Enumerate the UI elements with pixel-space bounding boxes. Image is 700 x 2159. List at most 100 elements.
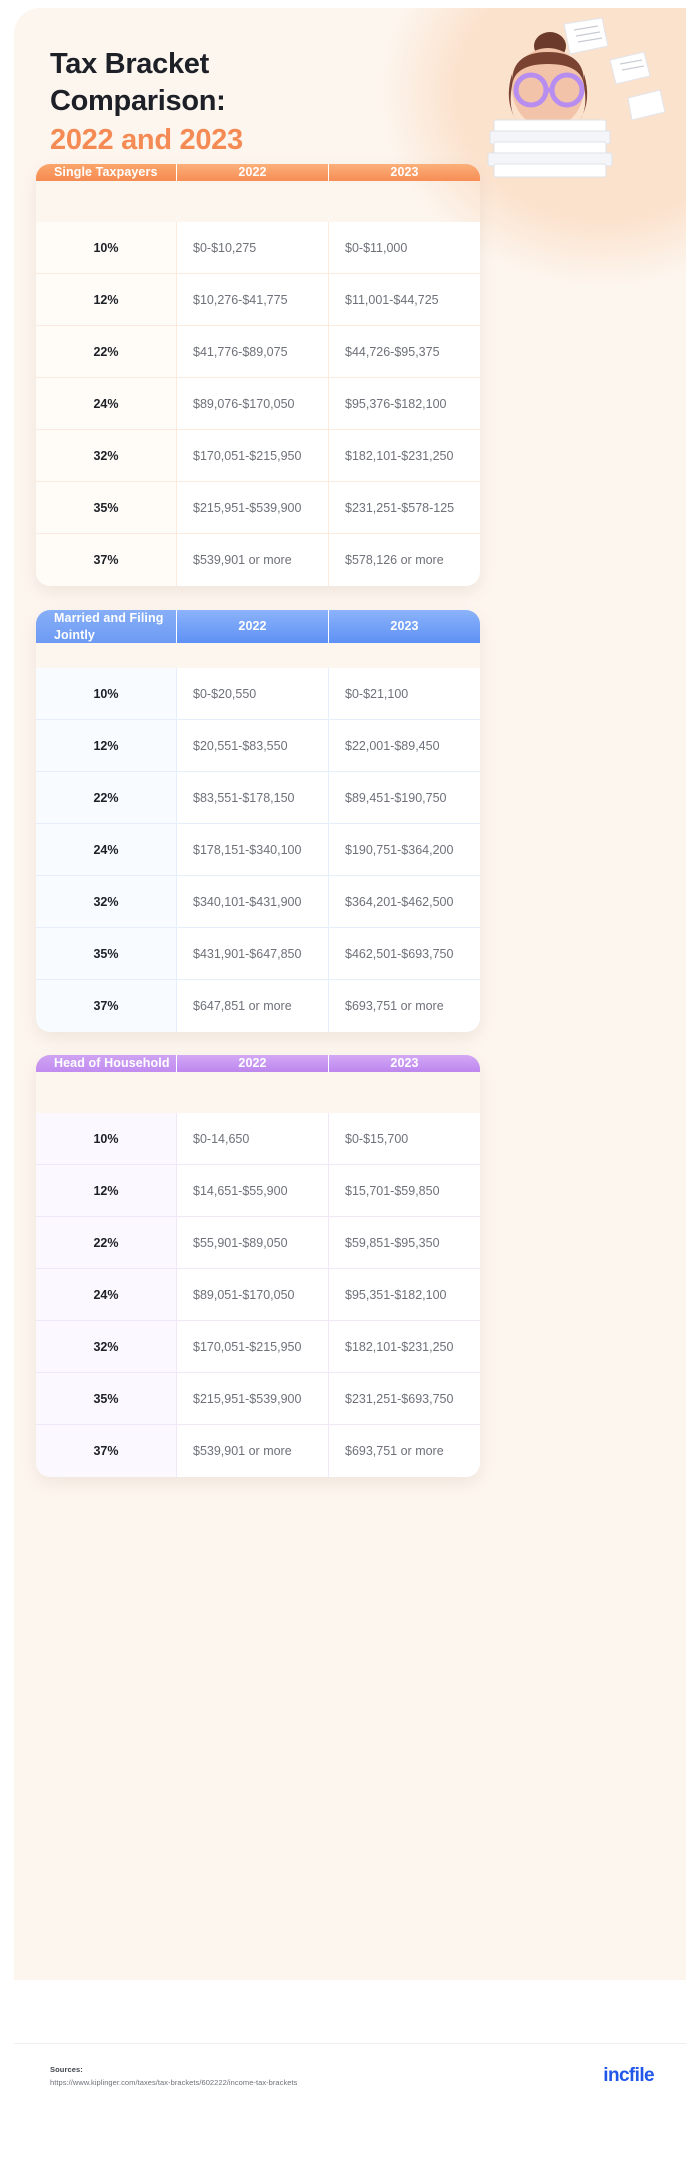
cell-2023: $11,001-$44,725 [328,274,480,325]
cell-2022: $431,901-$647,850 [176,928,328,979]
column-header-2022: 2022 [176,1055,328,1072]
cell-2022: $55,901-$89,050 [176,1217,328,1268]
cell-2023: $231,251-$693,750 [328,1373,480,1424]
table-header-row: Single Taxpayers 2022 2023 [36,164,480,222]
cell-rate: 35% [36,928,176,979]
cell-rate: 32% [36,1321,176,1372]
cell-2023: $22,001-$89,450 [328,720,480,771]
column-header-2022: 2022 [176,164,328,181]
column-header-2023: 2023 [328,164,480,181]
cell-2022: $10,276-$41,775 [176,274,328,325]
cell-2023: $95,376-$182,100 [328,378,480,429]
cell-2022: $647,851 or more [176,980,328,1032]
page-title-block: Tax Bracket Comparison: 2022 and 2023 [50,46,470,159]
column-header-category: Married and Filing Jointly [36,610,176,643]
cell-2022: $170,051-$215,950 [176,430,328,481]
column-header-2023: 2023 [328,1055,480,1072]
cell-2023: $578,126 or more [328,534,480,586]
column-header-category: Head of Household [36,1055,176,1072]
table-row: 35% $215,951-$539,900 $231,251-$693,750 [36,1373,480,1425]
cell-rate: 10% [36,1113,176,1164]
table-row: 37% $539,901 or more $578,126 or more [36,534,480,586]
cell-rate: 37% [36,1425,176,1477]
cell-2022: $89,076-$170,050 [176,378,328,429]
cell-2023: $364,201-$462,500 [328,876,480,927]
cell-2023: $693,751 or more [328,980,480,1032]
cell-rate: 22% [36,772,176,823]
cell-2023: $231,251-$578-125 [328,482,480,533]
cell-2022: $170,051-$215,950 [176,1321,328,1372]
table-row: 22% $55,901-$89,050 $59,851-$95,350 [36,1217,480,1269]
table-row: 37% $539,901 or more $693,751 or more [36,1425,480,1477]
cell-rate: 35% [36,482,176,533]
table-row: 22% $41,776-$89,075 $44,726-$95,375 [36,326,480,378]
cell-rate: 37% [36,980,176,1032]
table-row: 12% $20,551-$83,550 $22,001-$89,450 [36,720,480,772]
cell-2022: $215,951-$539,900 [176,482,328,533]
table-row: 32% $340,101-$431,900 $364,201-$462,500 [36,876,480,928]
cell-2022: $83,551-$178,150 [176,772,328,823]
cell-2022: $340,101-$431,900 [176,876,328,927]
cell-rate: 10% [36,668,176,719]
column-header-2023: 2023 [328,610,480,643]
cell-2023: $693,751 or more [328,1425,480,1477]
table-single-taxpayers: Single Taxpayers 2022 2023 10% $0-$10,27… [36,164,480,586]
table-row: 22% $83,551-$178,150 $89,451-$190,750 [36,772,480,824]
column-header-category: Single Taxpayers [36,164,176,181]
table-row: 10% $0-$20,550 $0-$21,100 [36,668,480,720]
cell-2022: $215,951-$539,900 [176,1373,328,1424]
table-married-filing-jointly: Married and Filing Jointly 2022 2023 10%… [36,610,480,1032]
cell-rate: 22% [36,326,176,377]
table-body: 10% $0-$20,550 $0-$21,100 12% $20,551-$8… [36,668,480,1032]
table-row: 24% $89,051-$170,050 $95,351-$182,100 [36,1269,480,1321]
cell-2022: $20,551-$83,550 [176,720,328,771]
table-row: 24% $89,076-$170,050 $95,376-$182,100 [36,378,480,430]
incfile-logo[interactable]: incfile [603,2065,654,2087]
page-title-line-1: Tax Bracket [50,48,209,80]
table-row: 12% $14,651-$55,900 $15,701-$59,850 [36,1165,480,1217]
cell-2023: $44,726-$95,375 [328,326,480,377]
table-row: 10% $0-$10,275 $0-$11,000 [36,222,480,274]
cell-rate: 22% [36,1217,176,1268]
cell-2023: $59,851-$95,350 [328,1217,480,1268]
sources-url[interactable]: https://www.kiplinger.com/taxes/tax-brac… [50,2078,297,2087]
cell-2022: $539,901 or more [176,534,328,586]
page-title-years: 2022 and 2023 [50,124,243,157]
cell-2022: $41,776-$89,075 [176,326,328,377]
cell-2023: $95,351-$182,100 [328,1269,480,1320]
table-row: 37% $647,851 or more $693,751 or more [36,980,480,1032]
cell-2022: $0-$20,550 [176,668,328,719]
cell-rate: 12% [36,274,176,325]
table-header-row: Married and Filing Jointly 2022 2023 [36,610,480,668]
table-row: 24% $178,151-$340,100 $190,751-$364,200 [36,824,480,876]
infographic-page: Tax Bracket Comparison: 2022 and 2023 Si… [0,0,700,2159]
cell-rate: 12% [36,720,176,771]
sources-label: Sources: [50,2065,83,2074]
cell-2023: $0-$15,700 [328,1113,480,1164]
footer: Sources: https://www.kiplinger.com/taxes… [0,2043,700,2151]
cell-2023: $89,451-$190,750 [328,772,480,823]
cell-2023: $15,701-$59,850 [328,1165,480,1216]
cell-rate: 24% [36,378,176,429]
cell-2022: $14,651-$55,900 [176,1165,328,1216]
cell-rate: 32% [36,876,176,927]
footer-divider [14,2043,686,2044]
cell-2023: $0-$11,000 [328,222,480,273]
table-head-of-household: Head of Household 2022 2023 10% $0-14,65… [36,1055,480,1477]
cell-rate: 32% [36,430,176,481]
cell-2023: $462,501-$693,750 [328,928,480,979]
page-title-line-2: Comparison: [50,85,226,118]
cell-2023: $182,101-$231,250 [328,430,480,481]
cell-2022: $89,051-$170,050 [176,1269,328,1320]
cell-rate: 24% [36,824,176,875]
table-row: 10% $0-14,650 $0-$15,700 [36,1113,480,1165]
cell-2022: $0-$10,275 [176,222,328,273]
table-body: 10% $0-$10,275 $0-$11,000 12% $10,276-$4… [36,222,480,586]
cell-rate: 24% [36,1269,176,1320]
cell-2023: $182,101-$231,250 [328,1321,480,1372]
table-header-row: Head of Household 2022 2023 [36,1055,480,1113]
table-row: 32% $170,051-$215,950 $182,101-$231,250 [36,1321,480,1373]
table-row: 35% $431,901-$647,850 $462,501-$693,750 [36,928,480,980]
cell-rate: 10% [36,222,176,273]
column-header-2022: 2022 [176,610,328,643]
